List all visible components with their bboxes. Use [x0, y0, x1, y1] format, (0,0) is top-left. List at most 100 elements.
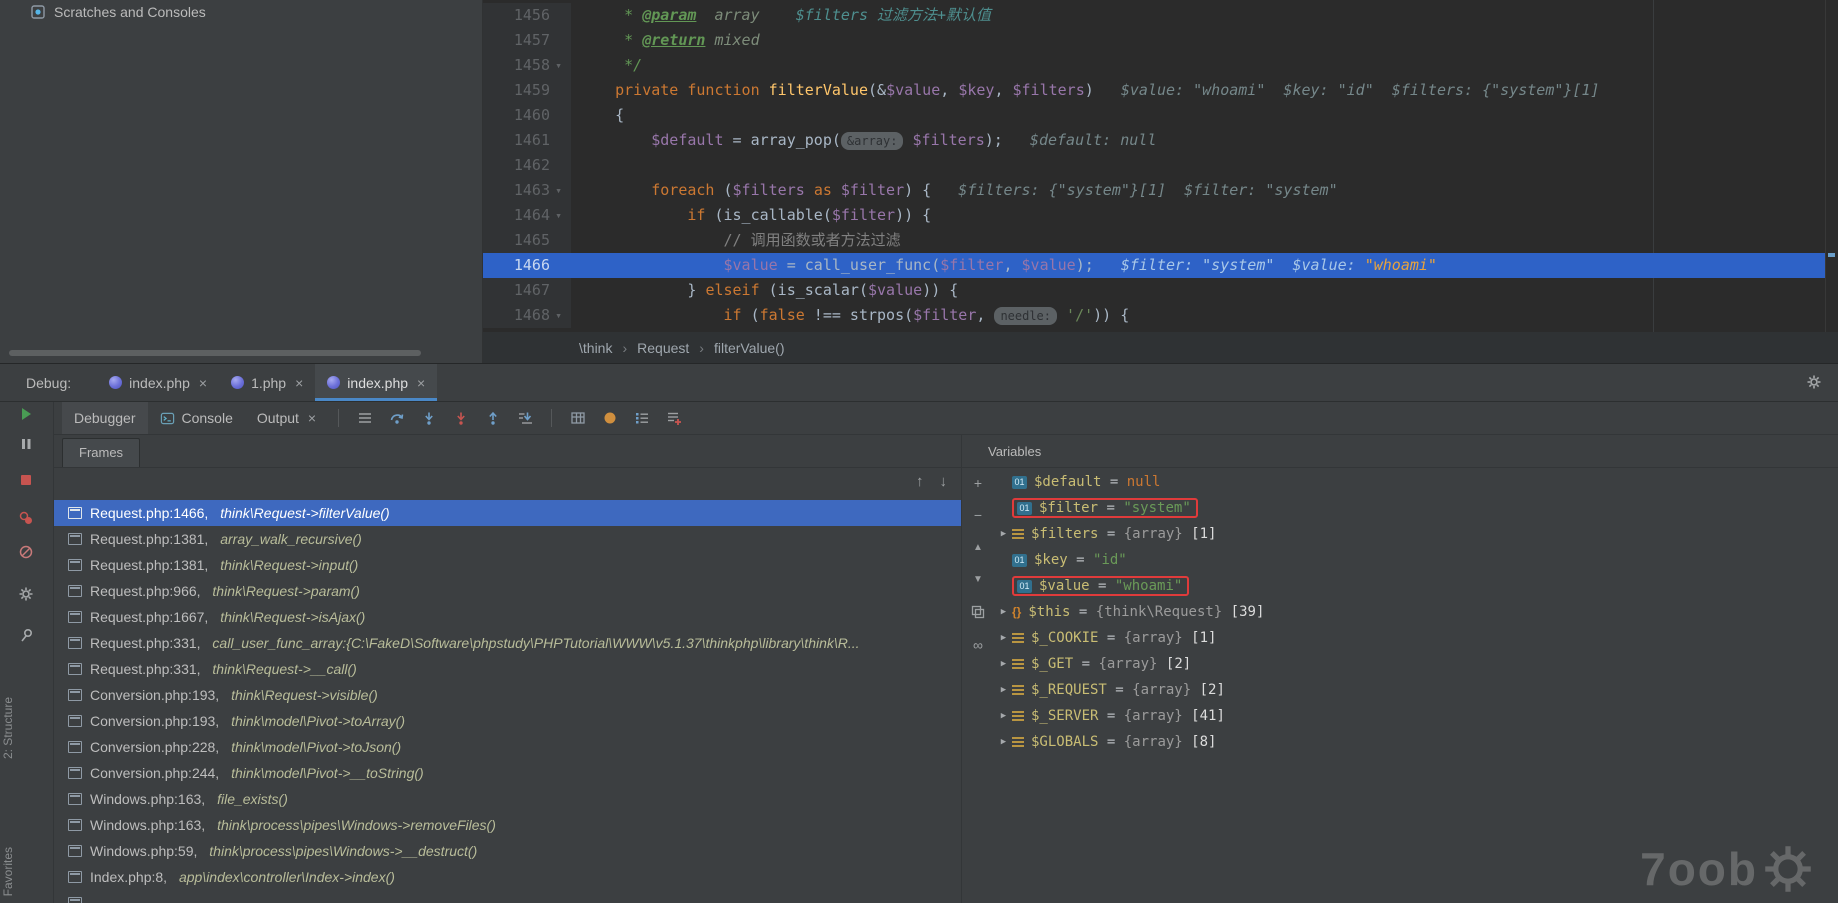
frame-row[interactable]: Conversion.php:244, think\model\Pivot->_… — [54, 760, 961, 786]
pin-icon[interactable] — [18, 627, 34, 643]
expand-arrow-icon[interactable]: ▶ — [995, 685, 1012, 695]
view-breakpoints-icon[interactable] — [18, 510, 34, 526]
line-gutter[interactable]: 1463▾ — [483, 178, 571, 203]
debug-session-tab-index-php-active[interactable]: index.php × — [315, 364, 437, 401]
line-gutter[interactable]: 1456 — [483, 3, 571, 28]
frame-row[interactable]: Windows.php:163, think\process\pipes\Win… — [54, 812, 961, 838]
close-icon[interactable]: × — [308, 410, 316, 426]
move-up-icon[interactable]: ▲ — [970, 540, 986, 556]
line-gutter[interactable]: 1466 — [483, 253, 571, 278]
expand-arrow-icon[interactable]: ▶ — [995, 607, 1012, 617]
code-line[interactable]: 1465 // 调用函数或者方法过滤 — [483, 228, 1838, 253]
tab-output[interactable]: Output × — [245, 402, 328, 434]
frame-up-icon[interactable]: ↑ — [916, 473, 924, 490]
code-line[interactable]: 1457 * @return mixed — [483, 28, 1838, 53]
sidebar-structure-label[interactable]: 2: Structure — [1, 697, 15, 759]
frame-row[interactable]: Windows.php:59, think\process\pipes\Wind… — [54, 838, 961, 864]
run-to-cursor-icon[interactable] — [516, 409, 534, 427]
variable-row[interactable]: ▶$_SERVER = {array} [41] — [995, 703, 1838, 729]
project-item-scratches[interactable]: Scratches and Consoles — [30, 4, 206, 20]
expand-arrow-icon[interactable]: ▶ — [995, 633, 1012, 643]
frame-row[interactable]: Request.php:1466, think\Request->filterV… — [54, 500, 961, 526]
frame-row[interactable]: Windows.php:163, file_exists() — [54, 786, 961, 812]
line-gutter[interactable]: 1468▾ — [483, 303, 571, 328]
code-line[interactable]: 1459 private function filterValue(&$valu… — [483, 78, 1838, 103]
new-watch-icon[interactable]: + — [970, 475, 986, 491]
line-gutter[interactable]: 1464▾ — [483, 203, 571, 228]
fold-icon[interactable]: ▾ — [550, 53, 567, 78]
code-line[interactable]: 1460 { — [483, 103, 1838, 128]
line-gutter[interactable]: 1462 — [483, 153, 571, 178]
pause-icon[interactable] — [18, 436, 34, 452]
debug-session-tab-1-php[interactable]: 1.php × — [219, 364, 315, 401]
code-line[interactable]: 1458▾ */ — [483, 53, 1838, 78]
variable-row[interactable]: ▶{}$this = {think\Request} [39] — [995, 599, 1838, 625]
close-icon[interactable]: × — [295, 375, 303, 391]
variable-row[interactable]: 01$filter = "system" — [995, 495, 1838, 521]
watch-glasses-icon[interactable]: ∞ — [970, 637, 986, 653]
mute-breakpoints-icon[interactable] — [18, 544, 34, 560]
variable-row[interactable]: 01$value = "whoami" — [995, 573, 1838, 599]
fold-icon[interactable]: ▾ — [550, 303, 567, 328]
close-icon[interactable]: × — [199, 375, 207, 391]
variable-row[interactable]: ▶$_GET = {array} [2] — [995, 651, 1838, 677]
layout-menu-icon[interactable] — [356, 409, 374, 427]
debugger-settings-gear-icon[interactable] — [18, 586, 34, 602]
breadcrumb-item[interactable]: filterValue() — [714, 340, 785, 356]
code-line[interactable]: 1463▾ foreach ($filters as $filter) { $f… — [483, 178, 1838, 203]
frame-row[interactable]: Request.php:331, call_user_func_array:{C… — [54, 630, 961, 656]
variable-row[interactable]: ▶$_REQUEST = {array} [2] — [995, 677, 1838, 703]
fold-icon[interactable]: ▾ — [550, 203, 567, 228]
frame-row-partial[interactable] — [54, 890, 961, 903]
variable-row[interactable]: 01$default = null — [995, 469, 1838, 495]
code-line[interactable]: 1466 $value = call_user_func($filter, $v… — [483, 253, 1838, 278]
expand-arrow-icon[interactable]: ▶ — [995, 659, 1012, 669]
frame-down-icon[interactable]: ↓ — [940, 473, 948, 490]
code-line[interactable]: 1462 — [483, 153, 1838, 178]
numbered-list-icon[interactable] — [633, 409, 651, 427]
frame-row[interactable]: Conversion.php:193, think\Request->visib… — [54, 682, 961, 708]
line-gutter[interactable]: 1461 — [483, 128, 571, 153]
debug-session-tab-index-php[interactable]: index.php × — [97, 364, 219, 401]
code-line[interactable]: 1461 $default = array_pop(&array: $filte… — [483, 128, 1838, 153]
frame-row[interactable]: Conversion.php:228, think\model\Pivot->t… — [54, 734, 961, 760]
variable-row[interactable]: ▶$_COOKIE = {array} [1] — [995, 625, 1838, 651]
frame-row[interactable]: Request.php:331, think\Request->__call() — [54, 656, 961, 682]
tab-frames[interactable]: Frames — [62, 438, 140, 467]
settings-gear-icon[interactable] — [1806, 374, 1822, 395]
code-line[interactable]: 1467 } elseif (is_scalar($value)) { — [483, 278, 1838, 303]
step-into-icon[interactable] — [420, 409, 438, 427]
expand-arrow-icon[interactable]: ▶ — [995, 737, 1012, 747]
expand-arrow-icon[interactable]: ▶ — [995, 529, 1012, 539]
line-gutter[interactable]: 1460 — [483, 103, 571, 128]
variable-row[interactable]: ▶$GLOBALS = {array} [8] — [995, 729, 1838, 755]
frame-row[interactable]: Request.php:1667, think\Request->isAjax(… — [54, 604, 961, 630]
editor-scrollbar-stripe[interactable] — [1825, 0, 1838, 332]
code-line[interactable]: 1468▾ if (false !== strpos($filter, need… — [483, 303, 1838, 328]
line-gutter[interactable]: 1457 — [483, 28, 571, 53]
code-editor[interactable]: 1456 * @param array $filters 过滤方法+默认值145… — [483, 0, 1838, 332]
line-gutter[interactable]: 1459 — [483, 78, 571, 103]
frame-row[interactable]: Request.php:1381, array_walk_recursive() — [54, 526, 961, 552]
line-gutter[interactable]: 1458▾ — [483, 53, 571, 78]
variable-row[interactable]: 01$key = "id" — [995, 547, 1838, 573]
tab-debugger[interactable]: Debugger — [62, 402, 148, 434]
breadcrumb-item[interactable]: Request — [637, 340, 689, 356]
tab-console[interactable]: Console — [148, 402, 245, 434]
step-over-icon[interactable] — [388, 409, 406, 427]
orange-circle-icon[interactable] — [601, 409, 619, 427]
duplicate-icon[interactable] — [970, 605, 986, 621]
variable-row[interactable]: ▶$filters = {array} [1] — [995, 521, 1838, 547]
remove-watch-icon[interactable]: − — [970, 507, 986, 523]
resume-icon[interactable] — [18, 406, 34, 422]
expand-arrow-icon[interactable]: ▶ — [995, 711, 1012, 721]
frame-row[interactable]: Conversion.php:193, think\model\Pivot->t… — [54, 708, 961, 734]
line-gutter[interactable]: 1465 — [483, 228, 571, 253]
move-down-icon[interactable]: ▼ — [970, 572, 986, 588]
step-out-icon[interactable] — [484, 409, 502, 427]
view-as-table-icon[interactable] — [569, 409, 587, 427]
frame-row[interactable]: Index.php:8, app\index\controller\Index-… — [54, 864, 961, 890]
code-line[interactable]: 1464▾ if (is_callable($filter)) { — [483, 203, 1838, 228]
frame-row[interactable]: Request.php:1381, think\Request->input() — [54, 552, 961, 578]
add-to-watches-icon[interactable] — [665, 409, 683, 427]
